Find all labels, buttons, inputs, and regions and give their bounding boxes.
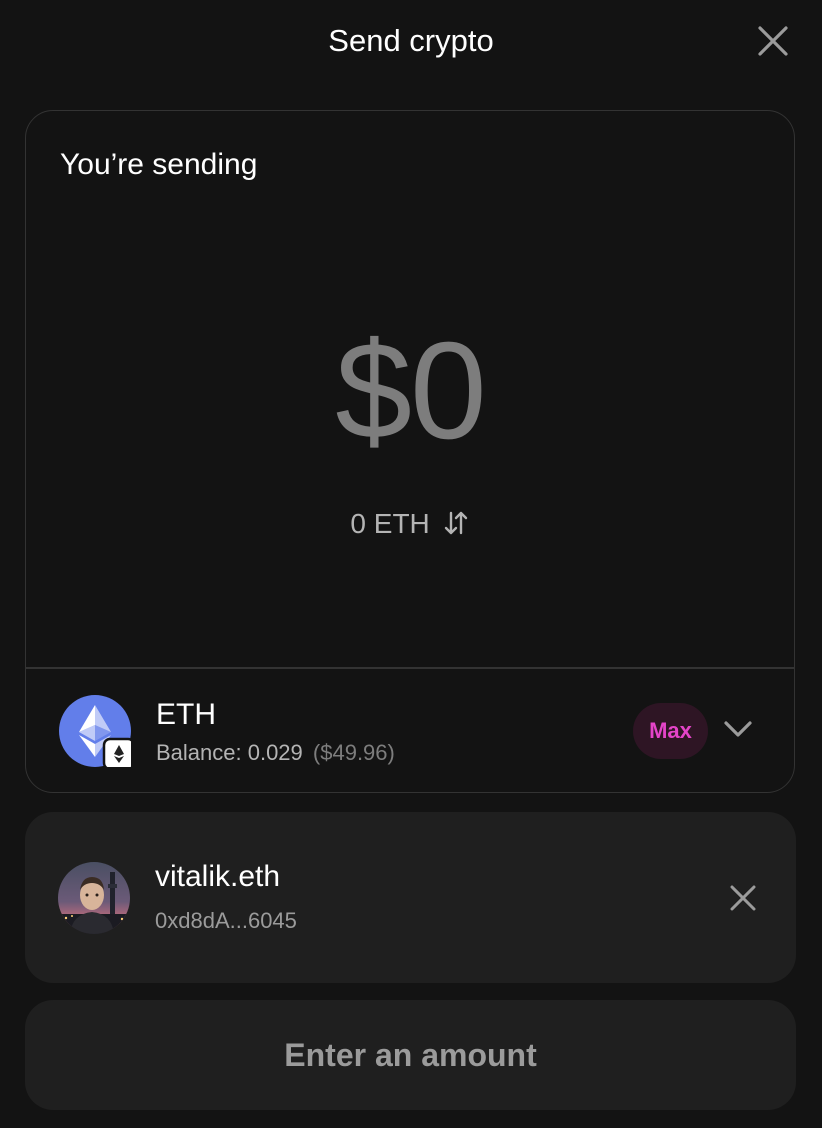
token-dropdown-button[interactable] xyxy=(722,713,754,745)
send-crypto-modal: Send crypto You’re sending $0 0 ETH ETH … xyxy=(0,0,822,1128)
enter-amount-button[interactable]: Enter an amount xyxy=(25,1000,796,1110)
send-amount-card: You’re sending $0 0 ETH ETH Balance: 0.0… xyxy=(25,110,795,793)
recipient-name: vitalik.eth xyxy=(155,860,281,893)
close-button[interactable] xyxy=(754,22,792,60)
recipient-card[interactable]: vitalik.eth 0xd8dA...6045 xyxy=(25,812,796,983)
modal-header: Send crypto xyxy=(0,0,822,84)
chevron-down-icon xyxy=(724,721,752,737)
balance-usd: ($49.96) xyxy=(312,740,395,765)
crypto-amount: 0 ETH xyxy=(350,508,430,539)
eth-logo-icon xyxy=(59,695,136,771)
recipient-address: 0xd8dA...6045 xyxy=(155,908,297,933)
close-icon xyxy=(758,26,788,56)
token-balance: Balance: 0.029 ($49.96) xyxy=(156,739,395,767)
token-selector[interactable]: ETH Balance: 0.029 ($49.96) Max xyxy=(26,669,794,792)
page-title: Send crypto xyxy=(328,23,494,58)
close-icon xyxy=(730,885,756,911)
balance-amount: Balance: 0.029 xyxy=(156,740,303,765)
sending-label: You’re sending xyxy=(60,148,258,181)
swap-arrows-icon xyxy=(444,511,467,535)
token-symbol: ETH xyxy=(156,698,216,731)
amount-input[interactable]: $0 xyxy=(26,311,794,471)
max-button[interactable]: Max xyxy=(633,703,708,759)
clear-recipient-button[interactable] xyxy=(727,882,759,914)
currency-toggle[interactable]: 0 ETH xyxy=(26,507,794,541)
avatar xyxy=(58,862,130,934)
